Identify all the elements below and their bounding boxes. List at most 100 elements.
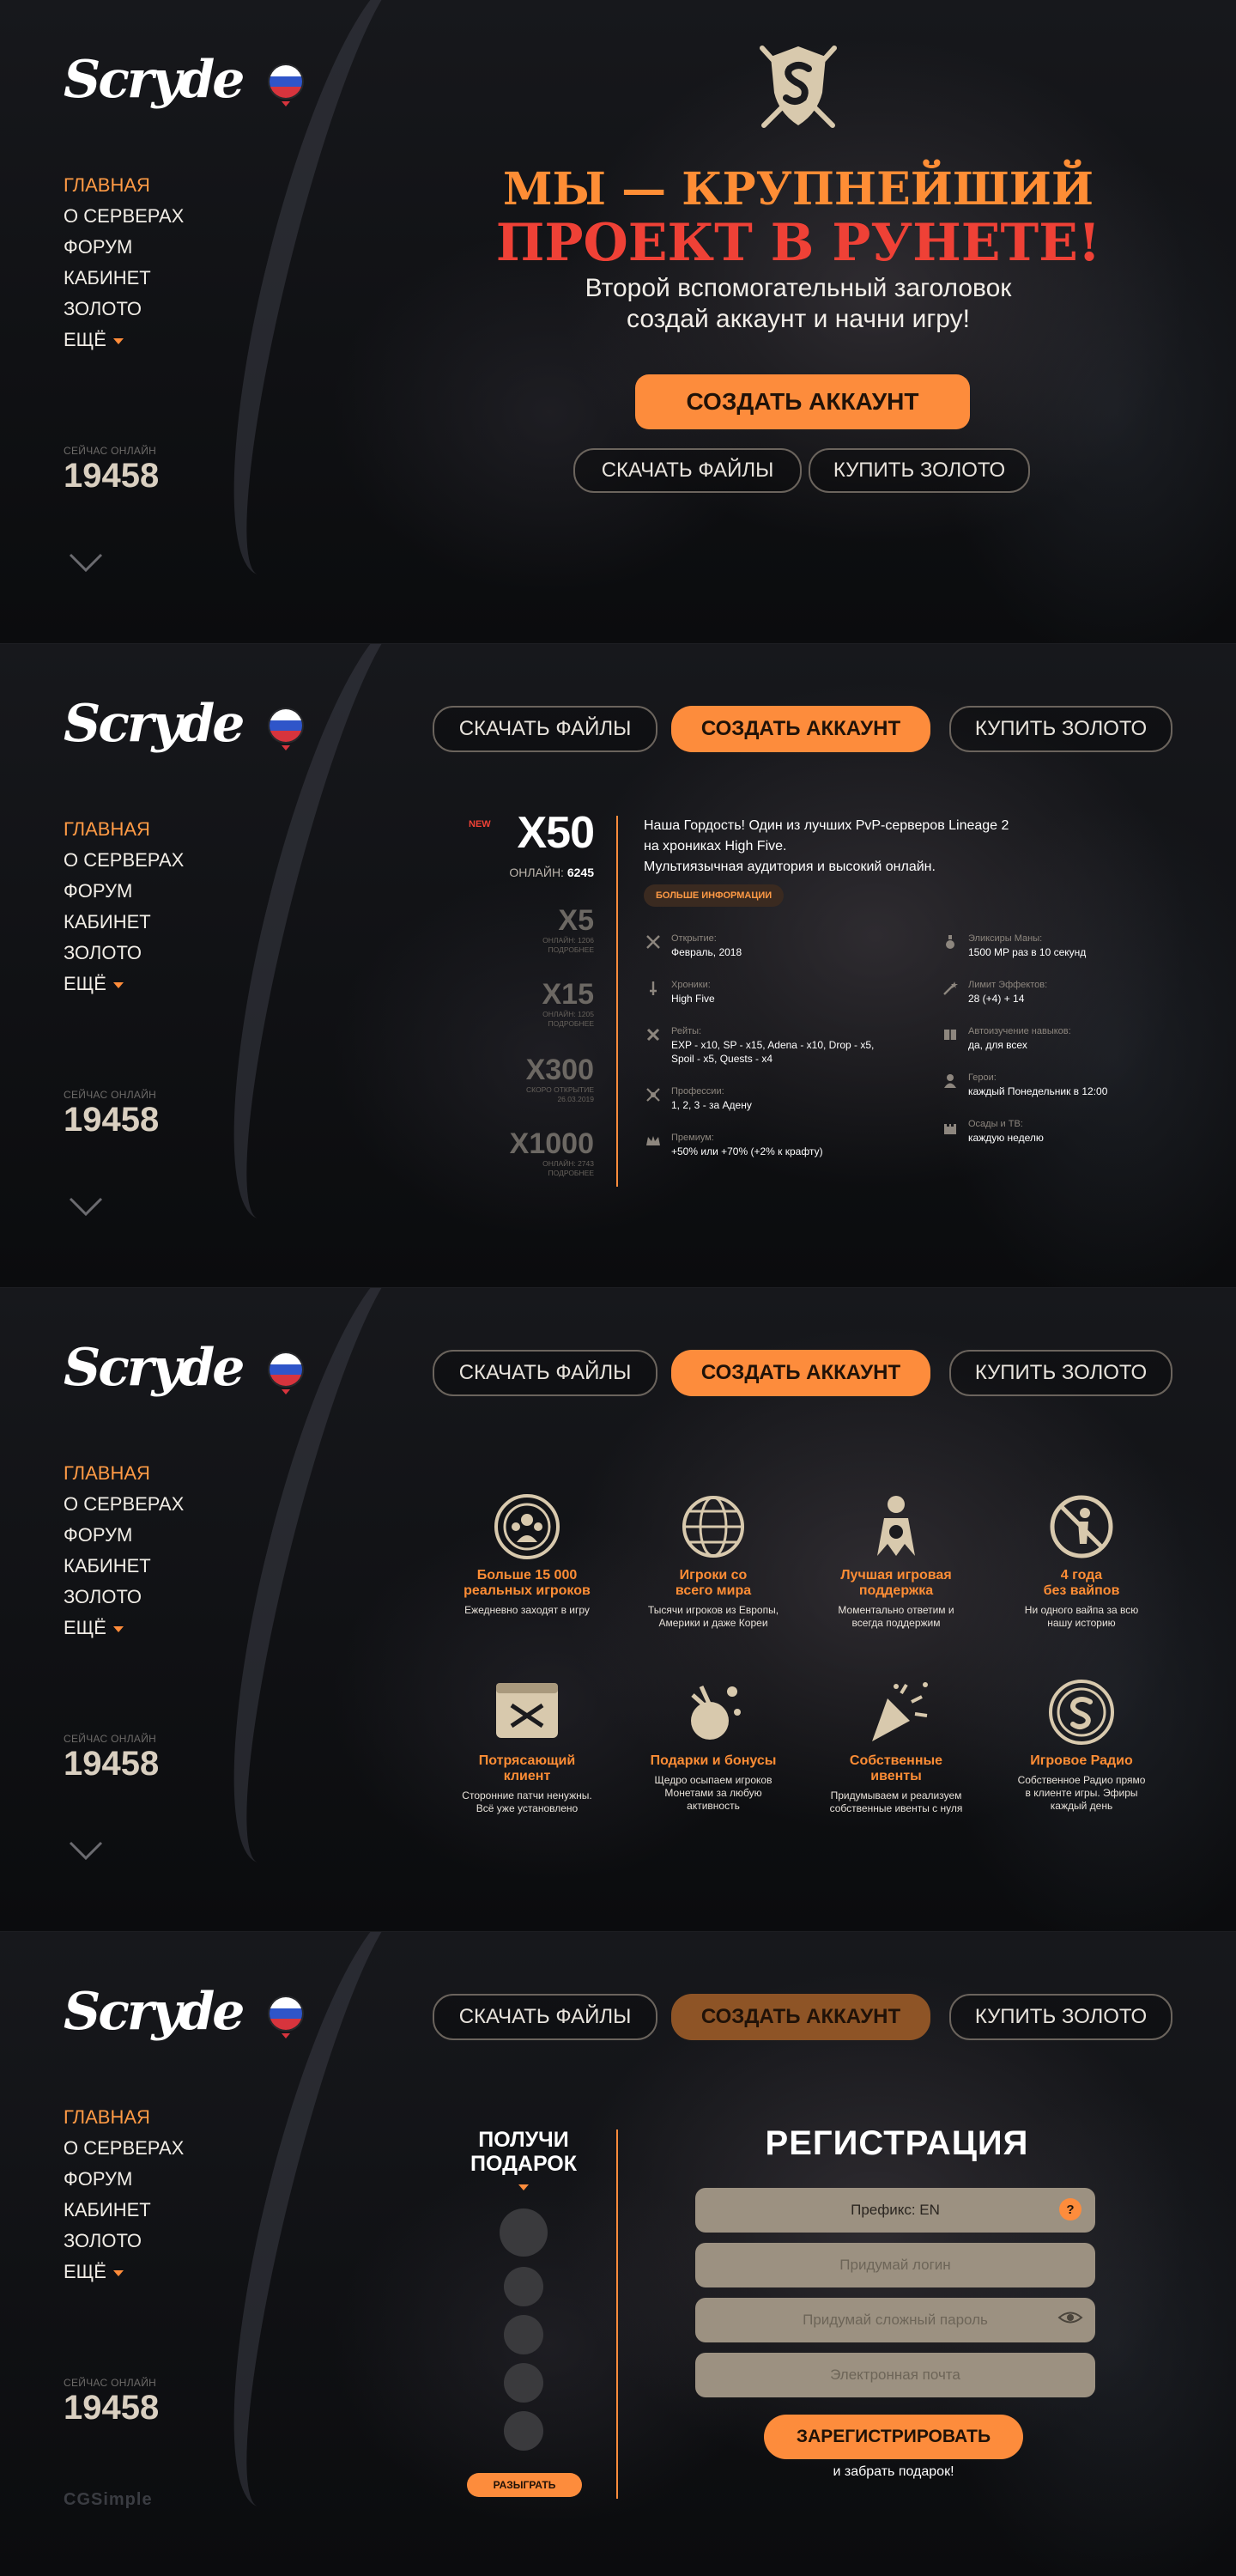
nav-item-more-label: ЕЩЁ [64,1617,106,1638]
dagger-icon [650,981,657,995]
credit-logo[interactable]: CGSimple [64,2490,153,2510]
roll-gift-button[interactable]: РАЗЫГРАТЬ [467,2473,582,2497]
language-dropdown-icon[interactable] [282,101,290,106]
download-files-button[interactable]: СКАЧАТЬ ФАЙЛЫ [433,1350,657,1396]
nav-item-more-label: ЕЩЁ [64,2261,106,2282]
gift-title: ПОЛУЧИ ПОДАРОК [455,2128,592,2176]
gift-slot [504,2315,543,2354]
feature-title: Собственные [849,1753,943,1768]
language-dropdown-icon[interactable] [282,2033,290,2038]
logo[interactable]: Scryde [64,1982,245,2042]
login-field[interactable] [695,2243,1095,2287]
nav-item-gold[interactable]: ЗОЛОТО [64,1582,184,1613]
nav-item-servers[interactable]: О СЕРВЕРАХ [64,201,184,232]
server-item-x300[interactable]: X300 СКОРО ОТКРЫТИЕ 26.03.2019 [457,1054,594,1104]
server-description-line: на хрониках High Five. [644,839,787,854]
buy-gold-button[interactable]: КУПИТЬ ЗОЛОТО [949,1350,1172,1396]
nav-item-forum[interactable]: ФОРУМ [64,876,184,907]
nav-item-forum[interactable]: ФОРУМ [64,232,184,263]
spec-rates: Рейты: EXP - x10, SP - x15, Adena - x10,… [645,1025,937,1066]
nav-item-more[interactable]: ЕЩЁ [64,2257,184,2287]
spec-professions: Профессии: 1, 2, 3 - за Адену [645,1085,903,1112]
nav-item-main[interactable]: ГЛАВНАЯ [64,2102,184,2133]
password-field[interactable] [695,2298,1095,2342]
help-icon[interactable]: ? [1059,2198,1082,2221]
hero-icon [944,1074,956,1088]
buy-gold-button[interactable]: КУПИТЬ ЗОЛОТО [809,448,1030,493]
buy-gold-button[interactable]: КУПИТЬ ЗОЛОТО [949,706,1172,752]
language-flag-icon[interactable] [270,1353,302,1386]
nav-item-main[interactable]: ГЛАВНАЯ [64,814,184,845]
nav-item-servers[interactable]: О СЕРВЕРАХ [64,845,184,876]
register-button[interactable]: ЗАРЕГИСТРИРОВАТЬ [764,2415,1023,2459]
nav-item-forum[interactable]: ФОРУМ [64,2164,184,2195]
feature-title: Потрясающий [478,1753,576,1768]
show-password-icon[interactable] [1057,2310,1083,2325]
more-info-button[interactable]: БОЛЬШЕ ИНФОРМАЦИИ [644,884,785,907]
nav-item-more[interactable]: ЕЩЁ [64,969,184,999]
create-account-button[interactable]: СОЗДАТЬ АККАУНТ [671,1350,930,1396]
server-item-x15[interactable]: X15 ОНЛАЙН: 1205 ПОДРОБНЕЕ [457,979,595,1029]
scroll-down-icon[interactable] [69,1194,103,1219]
create-account-button[interactable]: СОЗДАТЬ АККАУНТ [671,706,930,752]
feature-desc: Моментально ответим и [838,1604,954,1616]
prefix-field[interactable] [695,2188,1095,2233]
feature-desc: Щедро осыпаем игроков [654,1774,772,1786]
swords-icon [646,935,660,949]
create-account-button[interactable]: СОЗДАТЬ АККАУНТ [671,1994,930,2040]
server-item-x5[interactable]: X5 ОНЛАЙН: 1206 ПОДРОБНЕЕ [457,905,594,955]
nav-item-cabinet[interactable]: КАБИНЕТ [64,907,184,938]
hero-screen: Scryde ГЛАВНАЯ О СЕРВЕРАХ ФОРУМ КАБИНЕТ … [0,0,1236,644]
language-flag-icon[interactable] [270,709,302,742]
feature-title: 4 года [1060,1568,1103,1583]
nav-item-gold[interactable]: ЗОЛОТО [64,938,184,969]
nav-item-forum[interactable]: ФОРУМ [64,1520,184,1551]
scroll-down-icon[interactable] [69,1838,103,1863]
spec-value: каждый Понедельник в 12:00 [968,1085,1108,1097]
create-account-button[interactable]: СОЗДАТЬ АККАУНТ [635,374,970,429]
nav-item-gold[interactable]: ЗОЛОТО [64,2226,184,2257]
download-files-button[interactable]: СКАЧАТЬ ФАЙЛЫ [433,706,657,752]
nav-item-main[interactable]: ГЛАВНАЯ [64,170,184,201]
email-field[interactable] [695,2353,1095,2397]
nav-item-servers[interactable]: О СЕРВЕРАХ [64,1489,184,1520]
nav-item-cabinet[interactable]: КАБИНЕТ [64,263,184,294]
spec-key: Осады и ТВ: [968,1119,1023,1129]
caret-down-icon [112,1625,124,1632]
spec-value: каждую неделю [968,1132,1044,1144]
nav-item-cabinet[interactable]: КАБИНЕТ [64,2195,184,2226]
feature-client: Потрясающий клиент Сторонние патчи ненуж… [441,1678,613,1815]
feature-title: без вайпов [1043,1583,1120,1598]
buy-gold-button[interactable]: КУПИТЬ ЗОЛОТО [949,1994,1172,2040]
server-details-link[interactable]: ПОДРОБНЕЕ [457,945,594,955]
logo[interactable]: Scryde [64,694,245,754]
sidebar-nav: ГЛАВНАЯ О СЕРВЕРАХ ФОРУМ КАБИНЕТ ЗОЛОТО … [64,2102,184,2287]
nav-item-servers[interactable]: О СЕРВЕРАХ [64,2133,184,2164]
download-files-button[interactable]: СКАЧАТЬ ФАЙЛЫ [433,1994,657,2040]
language-dropdown-icon[interactable] [282,1389,290,1394]
nav-item-more[interactable]: ЕЩЁ [64,1613,184,1643]
feature-desc: Собственное Радио прямо [1017,1774,1146,1786]
nav-item-more[interactable]: ЕЩЁ [64,325,184,355]
server-item-x1000[interactable]: X1000 ОНЛАЙН: 2743 ПОДРОБНЕЕ [457,1128,594,1178]
nav-item-main[interactable]: ГЛАВНАЯ [64,1458,184,1489]
download-files-button[interactable]: СКАЧАТЬ ФАЙЛЫ [573,448,802,493]
nav-item-cabinet[interactable]: КАБИНЕТ [64,1551,184,1582]
server-details-link[interactable]: ПОДРОБНЕЕ [457,1019,594,1029]
language-flag-icon[interactable] [270,65,302,98]
spec-autolearn: Автоизучение навыков: да, для всех [942,1025,1200,1052]
feature-desc: в клиенте игры. Эфиры [1025,1787,1138,1799]
nav-item-gold[interactable]: ЗОЛОТО [64,294,184,325]
hero-subtitle-line2: создай аккаунт и начни игру! [626,305,970,333]
sidebar-nav: ГЛАВНАЯ О СЕРВЕРАХ ФОРУМ КАБИНЕТ ЗОЛОТО … [64,170,184,355]
language-flag-icon[interactable] [270,1997,302,2030]
logo[interactable]: Scryde [64,1338,245,1398]
feature-desc: собственные ивенты с нуля [829,1802,963,1814]
scroll-down-icon[interactable] [69,550,103,575]
feature-worldwide: Игроки со всего мира Тысячи игроков из Е… [627,1492,799,1630]
server-x50-name[interactable]: X50 [491,807,595,859]
logo[interactable]: Scryde [64,50,245,110]
server-details-link[interactable]: ПОДРОБНЕЕ [457,1169,594,1178]
language-dropdown-icon[interactable] [282,745,290,750]
feature-radio: Игровое Радио Собственное Радио прямо в … [996,1678,1167,1813]
